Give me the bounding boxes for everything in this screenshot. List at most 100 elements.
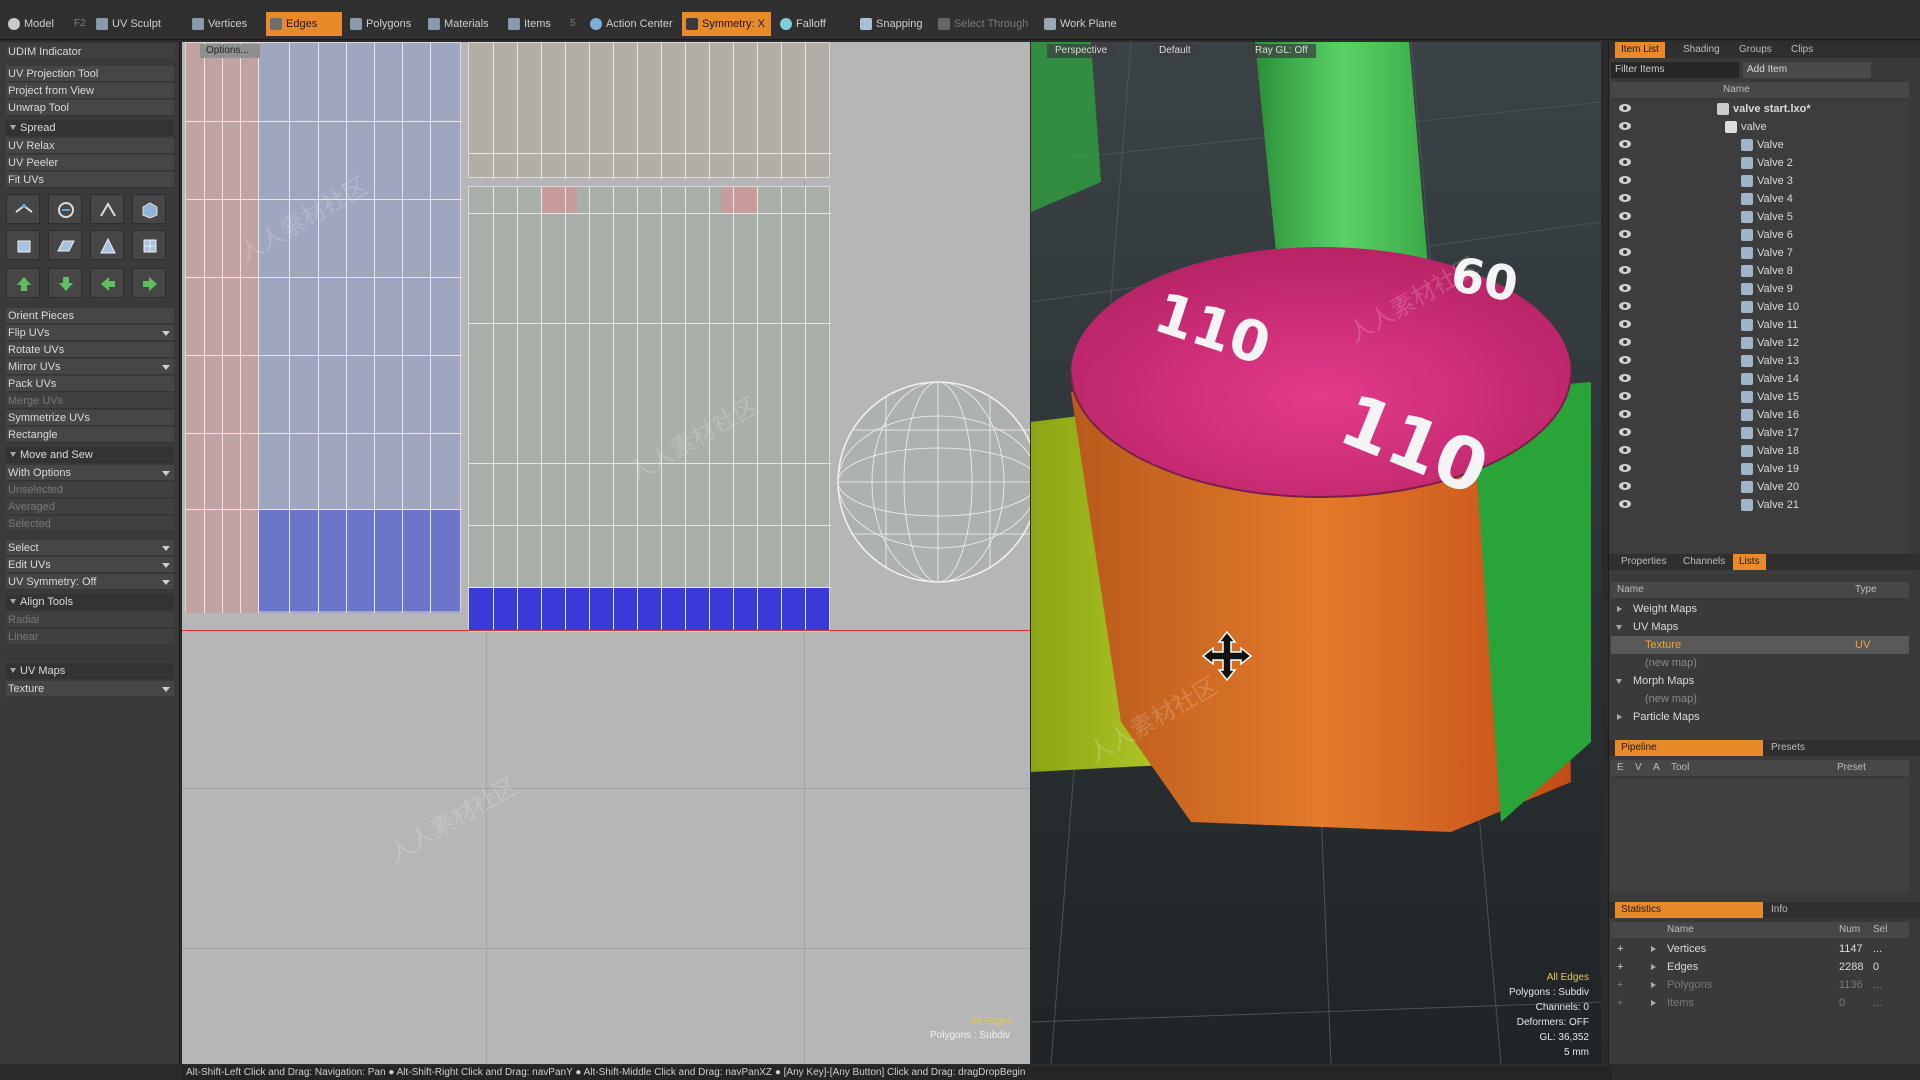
tree-row-mesh[interactable]: Valve 19 bbox=[1613, 460, 1905, 478]
eye-icon[interactable] bbox=[1619, 248, 1631, 256]
vertices-mode-button[interactable]: Vertices bbox=[188, 12, 253, 36]
eye-icon[interactable] bbox=[1619, 302, 1631, 310]
tab-lists[interactable]: Lists bbox=[1733, 554, 1766, 570]
uv-projection-tool-button[interactable]: UV Projection Tool bbox=[6, 66, 174, 82]
tab-properties[interactable]: Properties bbox=[1615, 554, 1673, 570]
uv-shell-cap[interactable] bbox=[834, 350, 1030, 614]
eye-icon[interactable] bbox=[1619, 500, 1631, 508]
tree-row-mesh[interactable]: Valve 21 bbox=[1613, 496, 1905, 514]
udim-indicator-button[interactable]: UDIM Indicator bbox=[6, 44, 174, 60]
move-left-button[interactable] bbox=[90, 268, 124, 298]
align-tools-section[interactable]: Align Tools bbox=[6, 594, 174, 610]
symmetrize-uvs-button[interactable]: Symmetrize UVs bbox=[6, 410, 174, 426]
3d-viewport[interactable]: 110 110 09 Perspective Default Ray GL: O… bbox=[1031, 42, 1601, 1064]
tree-row-mesh[interactable]: Valve 13 bbox=[1613, 352, 1905, 370]
stats-row[interactable]: + Polygons 1136... bbox=[1611, 976, 1909, 994]
work-plane-button[interactable]: Work Plane bbox=[1040, 12, 1123, 36]
perspective-dropdown[interactable]: Perspective bbox=[1047, 44, 1116, 58]
pack-uvs-button[interactable]: Pack UVs bbox=[6, 376, 174, 392]
tab-statistics[interactable]: Statistics bbox=[1615, 902, 1763, 918]
weight-maps-row[interactable]: Weight Maps bbox=[1611, 600, 1909, 618]
uv-peeler-button[interactable]: UV Peeler bbox=[6, 155, 174, 171]
cube-projection-button[interactable] bbox=[6, 230, 40, 260]
tree-row-mesh[interactable]: Valve 6 bbox=[1613, 226, 1905, 244]
move-up-button[interactable] bbox=[6, 268, 40, 298]
mirror-uvs-dropdown[interactable]: Mirror UVs bbox=[6, 359, 174, 375]
materials-mode-button[interactable]: Materials bbox=[424, 12, 495, 36]
uv-shell-main[interactable] bbox=[468, 186, 831, 633]
expand-icon[interactable] bbox=[1651, 982, 1656, 988]
merge-uvs-button[interactable]: Merge UVs bbox=[6, 393, 174, 409]
eye-icon[interactable] bbox=[1619, 356, 1631, 364]
tree-row-mesh[interactable]: Valve 11 bbox=[1613, 316, 1905, 334]
fit-uvs-button[interactable]: Fit UVs bbox=[6, 172, 174, 188]
plus-icon[interactable]: + bbox=[1617, 940, 1623, 958]
filter-items-input[interactable]: Filter Items bbox=[1611, 62, 1739, 78]
ray-gl-toggle[interactable]: Ray GL: Off bbox=[1247, 44, 1316, 58]
new-uv-map-row[interactable]: (new map) bbox=[1611, 654, 1909, 672]
morph-maps-row[interactable]: Morph Maps bbox=[1611, 672, 1909, 690]
rotate-uvs-button[interactable] bbox=[48, 194, 82, 224]
eye-icon[interactable] bbox=[1619, 410, 1631, 418]
move-down-button[interactable] bbox=[48, 268, 82, 298]
tree-row-mesh[interactable]: Valve 20 bbox=[1613, 478, 1905, 496]
eye-icon[interactable] bbox=[1619, 320, 1631, 328]
eye-icon[interactable] bbox=[1619, 284, 1631, 292]
tab-info[interactable]: Info bbox=[1765, 902, 1794, 918]
planar-projection-button[interactable] bbox=[48, 230, 82, 260]
stats-row[interactable]: + Items 0... bbox=[1611, 994, 1909, 1012]
tab-pipeline[interactable]: Pipeline bbox=[1615, 740, 1763, 756]
new-morph-map-row[interactable]: (new map) bbox=[1611, 690, 1909, 708]
add-item-dropdown[interactable]: Add Item bbox=[1743, 62, 1871, 78]
edit-uvs-dropdown[interactable]: Edit UVs bbox=[6, 557, 174, 573]
spread-section[interactable]: Spread bbox=[6, 120, 174, 136]
eye-icon[interactable] bbox=[1619, 428, 1631, 436]
particle-maps-row[interactable]: Particle Maps bbox=[1611, 708, 1909, 726]
falloff-button[interactable]: Falloff bbox=[776, 12, 832, 36]
averaged-button[interactable]: Averaged bbox=[6, 499, 174, 515]
eye-icon[interactable] bbox=[1619, 176, 1631, 184]
plus-icon[interactable]: + bbox=[1617, 976, 1623, 994]
uv-map-dropdown[interactable]: Texture bbox=[6, 681, 174, 697]
uv-shell-top[interactable] bbox=[468, 42, 831, 179]
tree-row-mesh[interactable]: Valve 17 bbox=[1613, 424, 1905, 442]
eye-icon[interactable] bbox=[1619, 482, 1631, 490]
eye-icon[interactable] bbox=[1619, 464, 1631, 472]
tree-row-mesh[interactable]: Valve 5 bbox=[1613, 208, 1905, 226]
stats-row[interactable]: + Edges 2288 0 bbox=[1611, 958, 1909, 976]
with-options-dropdown[interactable]: With Options bbox=[6, 465, 174, 481]
uv-options-button[interactable]: Options... bbox=[200, 44, 260, 58]
eye-icon[interactable] bbox=[1619, 122, 1631, 130]
action-center-button[interactable]: Action Center bbox=[586, 12, 679, 36]
uv-maps-section[interactable]: UV Maps bbox=[6, 663, 174, 679]
expand-icon[interactable] bbox=[1651, 946, 1656, 952]
eye-icon[interactable] bbox=[1619, 230, 1631, 238]
rotate-uvs-button[interactable]: Rotate UVs bbox=[6, 342, 174, 358]
uv-shell-left[interactable] bbox=[185, 42, 462, 613]
tree-row-group[interactable]: valve bbox=[1613, 118, 1905, 136]
rectangle-button[interactable]: Rectangle bbox=[6, 427, 174, 443]
uv-symmetry-dropdown[interactable]: UV Symmetry: Off bbox=[6, 574, 174, 590]
eye-icon[interactable] bbox=[1619, 446, 1631, 454]
eye-icon[interactable] bbox=[1619, 104, 1631, 112]
tree-row-mesh[interactable]: Valve 18 bbox=[1613, 442, 1905, 460]
edges-mode-button[interactable]: Edges bbox=[266, 12, 342, 36]
snapping-button[interactable]: Snapping bbox=[856, 12, 929, 36]
unwrap-tool-button[interactable]: Unwrap Tool bbox=[6, 100, 174, 116]
tab-shading[interactable]: Shading bbox=[1677, 42, 1726, 58]
tree-row-mesh[interactable]: Valve 9 bbox=[1613, 280, 1905, 298]
eye-icon[interactable] bbox=[1619, 158, 1631, 166]
uv-sculpt-tab[interactable]: UV Sculpt bbox=[92, 12, 167, 36]
tree-row-mesh[interactable]: Valve 8 bbox=[1613, 262, 1905, 280]
tree-row-mesh[interactable]: Valve 16 bbox=[1613, 406, 1905, 424]
flip-uvs-dropdown[interactable]: Flip UVs bbox=[6, 325, 174, 341]
linear-button[interactable]: Linear bbox=[6, 629, 174, 645]
selected-button[interactable]: Selected bbox=[6, 516, 174, 532]
eye-icon[interactable] bbox=[1619, 194, 1631, 202]
select-through-button[interactable]: Select Through bbox=[934, 12, 1034, 36]
stretch-uvs-button[interactable] bbox=[6, 194, 40, 224]
tree-row-mesh[interactable]: Valve 4 bbox=[1613, 190, 1905, 208]
tree-row-mesh[interactable]: Valve 2 bbox=[1613, 154, 1905, 172]
eye-icon[interactable] bbox=[1619, 392, 1631, 400]
shading-dropdown[interactable]: Default bbox=[1151, 44, 1199, 58]
